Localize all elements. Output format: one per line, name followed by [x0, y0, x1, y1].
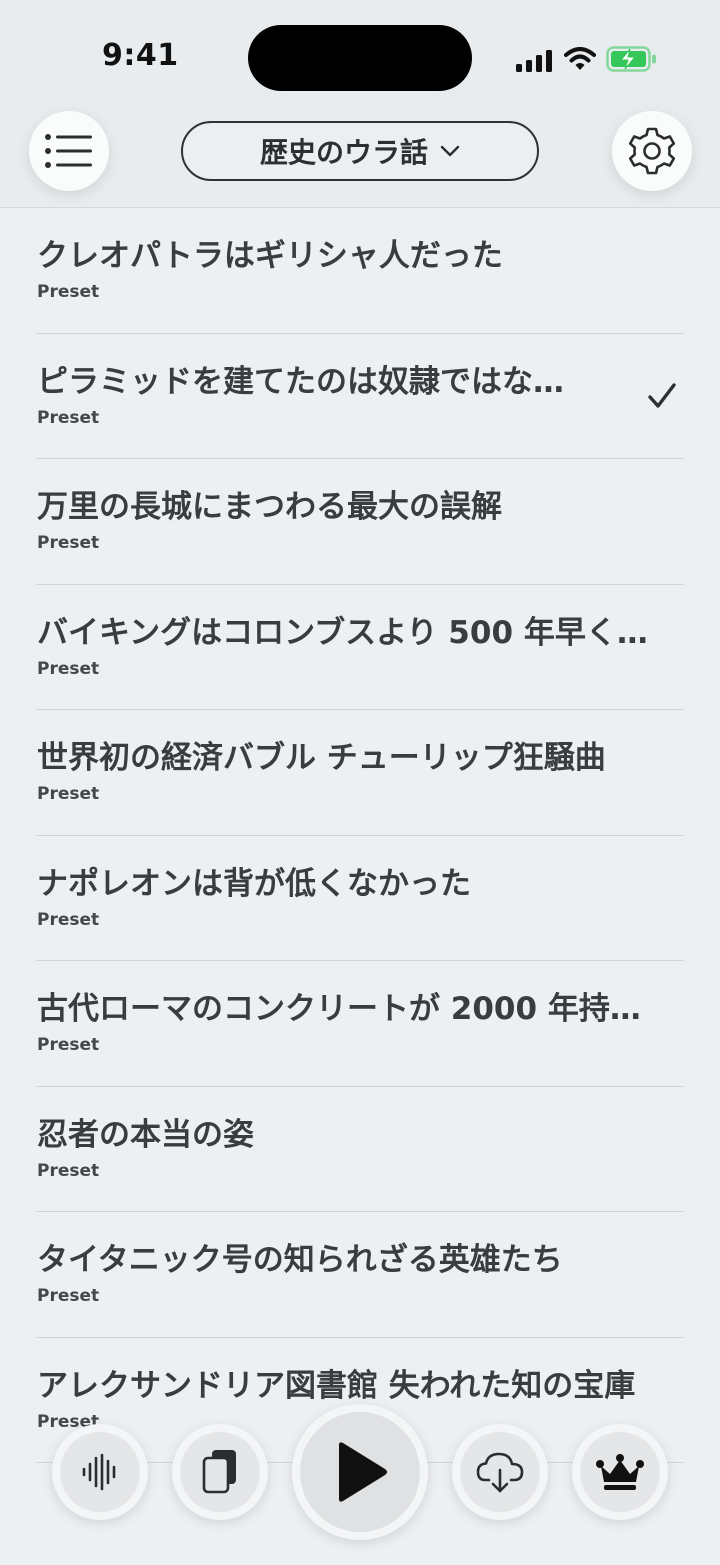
list-item[interactable]: ナポレオンは背が低くなかった Preset — [36, 836, 684, 961]
list-item[interactable]: 世界初の経済バブル チューリップ狂騒曲 Preset — [36, 710, 684, 836]
item-subtitle: Preset — [37, 1160, 100, 1181]
item-subtitle: Preset — [37, 282, 100, 302]
item-title: タイタニック号の知られざる英雄たち — [37, 1242, 563, 1278]
top-header: 9:41 歴史のウラ話 — [0, 0, 720, 208]
player-bar — [0, 1400, 720, 1565]
item-title: 忍者の本当の姿 — [37, 1116, 254, 1153]
category-selector[interactable]: 歴史のウラ話 — [181, 121, 539, 181]
item-title: 古代ローマのコンクリートが 2000 年持… — [37, 991, 641, 1027]
cellular-signal-icon — [516, 50, 552, 72]
dynamic-island — [248, 25, 472, 91]
item-subtitle: Preset — [37, 533, 100, 553]
item-subtitle: Preset — [37, 909, 100, 930]
cards-button[interactable] — [172, 1424, 268, 1520]
menu-button[interactable] — [29, 111, 109, 191]
settings-button[interactable] — [612, 111, 692, 191]
item-title: アレクサンドリア図書館 失われた知の宝庫 — [37, 1367, 636, 1404]
checkmark-icon — [648, 382, 676, 408]
status-icons — [514, 42, 664, 76]
list-item-selected[interactable]: ピラミッドを建てたのは奴隷ではな… Preset — [36, 334, 684, 459]
premium-button[interactable] — [572, 1424, 668, 1520]
voice-button[interactable] — [52, 1424, 148, 1520]
item-title: ピラミッドを建てたのは奴隷ではな… — [37, 363, 564, 400]
status-bar: 9:41 — [0, 0, 720, 110]
category-label: 歴史のウラ話 — [259, 136, 428, 169]
cloud-download-icon — [476, 1452, 524, 1493]
item-title: 万里の長城にまつわる最大の誤解 — [37, 489, 502, 525]
item-title: ナポレオンは背が低くなかった — [37, 865, 471, 902]
play-icon — [339, 1442, 387, 1502]
item-subtitle: Preset — [37, 1035, 100, 1055]
item-subtitle: Preset — [37, 1286, 100, 1306]
item-title: 世界初の経済バブル チューリップ狂騒曲 — [37, 740, 606, 776]
item-title: クレオパトラはギリシャ人だった — [37, 238, 503, 274]
wifi-icon — [564, 47, 596, 70]
list-item[interactable]: 忍者の本当の姿 Preset — [36, 1087, 684, 1212]
chevron-down-icon — [440, 145, 460, 157]
preset-list: クレオパトラはギリシャ人だった Preset ピラミッドを建てたのは奴隷ではな…… — [0, 208, 720, 1463]
list-menu-icon — [45, 134, 92, 168]
item-subtitle: Preset — [37, 658, 100, 679]
waveform-icon — [82, 1453, 116, 1491]
battery-charging-icon — [606, 46, 656, 72]
cards-icon — [202, 1450, 236, 1494]
item-subtitle: Preset — [37, 407, 100, 428]
gear-icon — [628, 127, 676, 175]
status-time: 9:41 — [102, 38, 179, 73]
crown-icon — [596, 1454, 644, 1490]
list-item[interactable]: タイタニック号の知られざる英雄たち Preset — [36, 1212, 684, 1338]
download-button[interactable] — [452, 1424, 548, 1520]
list-item[interactable]: 古代ローマのコンクリートが 2000 年持… Preset — [36, 961, 684, 1087]
item-title: バイキングはコロンブスより 500 年早く… — [37, 614, 648, 651]
play-button[interactable] — [292, 1404, 428, 1540]
list-item[interactable]: クレオパトラはギリシャ人だった Preset — [36, 208, 684, 334]
list-item[interactable]: バイキングはコロンブスより 500 年早く… Preset — [36, 585, 684, 710]
list-item[interactable]: 万里の長城にまつわる最大の誤解 Preset — [36, 459, 684, 585]
item-subtitle: Preset — [37, 784, 100, 804]
